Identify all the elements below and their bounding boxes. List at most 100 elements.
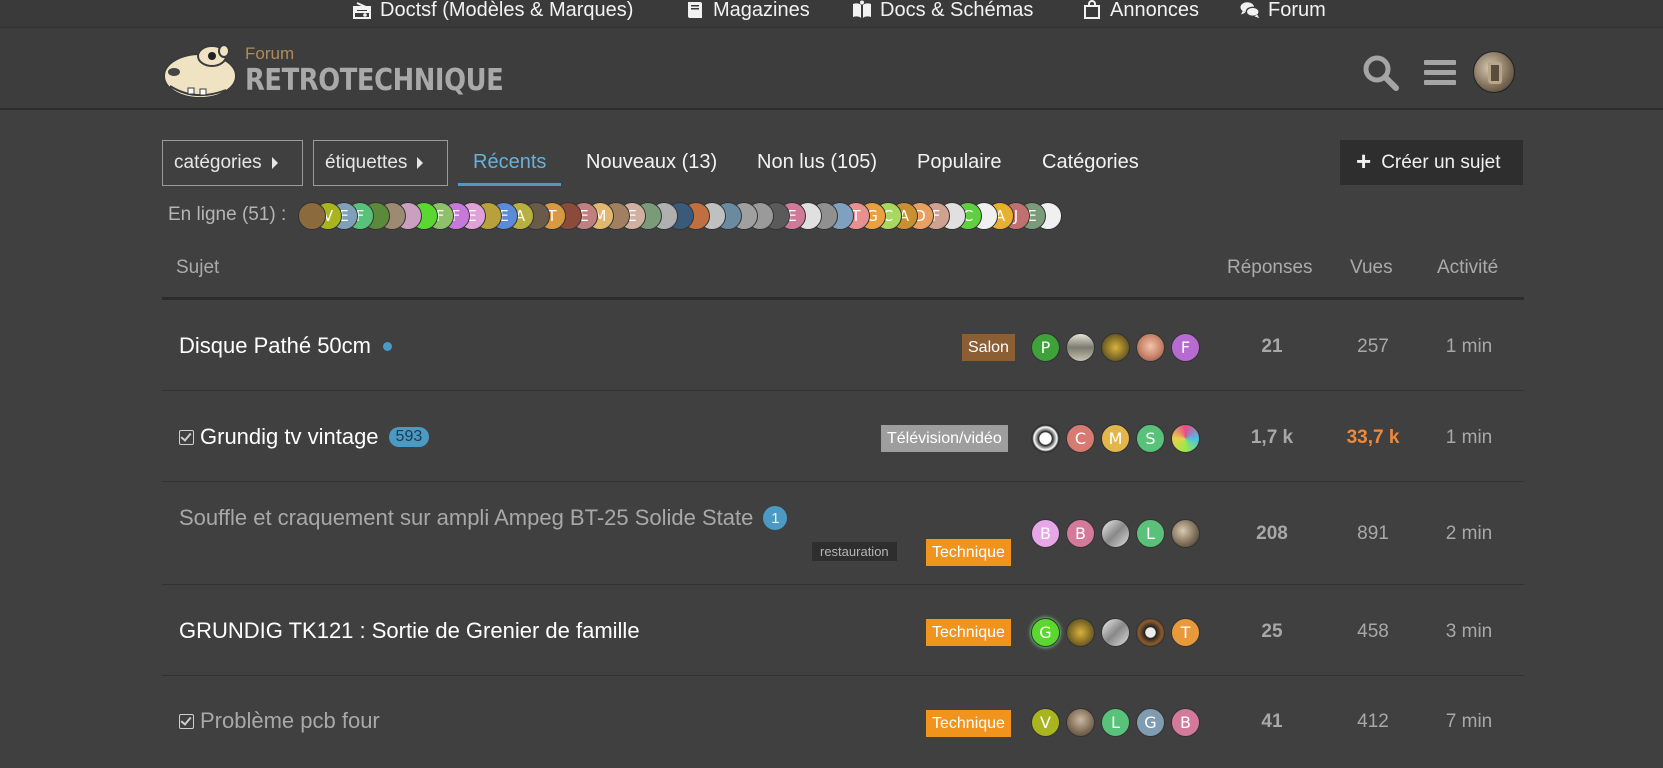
activity-time[interactable]: 1 min [1424,427,1514,449]
topic-title[interactable]: Disque Pathé 50cm [179,333,392,359]
search-icon[interactable] [1362,54,1400,92]
avatar[interactable]: F [1171,333,1200,362]
avatar[interactable] [1101,618,1130,647]
avatar[interactable] [1136,618,1165,647]
category-badge[interactable]: Technique [926,710,1011,737]
topic-title-text: Problème pcb four [200,708,380,733]
avatar[interactable]: G [1136,708,1165,737]
avatar[interactable]: S [1136,424,1165,453]
topnav-magazines[interactable]: Magazines [685,0,810,23]
avatar[interactable]: L [1101,708,1130,737]
views-count: 33,7 k [1346,427,1400,448]
hippo-logo-icon[interactable] [160,42,240,102]
topic-title[interactable]: Grundig tv vintage 593 [179,424,430,450]
avatar[interactable] [1066,618,1095,647]
column-views[interactable]: Vues [1350,257,1393,279]
tab-populaire[interactable]: Populaire [917,151,1002,174]
posters-list: G T [1031,618,1200,647]
topic-title[interactable]: Souffle et craquement sur ampli Ampeg BT… [179,505,788,531]
column-replies[interactable]: Réponses [1227,257,1313,279]
hamburger-menu-icon[interactable] [1421,54,1459,92]
tag-badge[interactable]: restauration [812,542,897,561]
posters-list: P F [1031,333,1200,362]
top-navigation: Doctsf (Modèles & Marques) Magazines Doc… [0,0,1663,28]
column-topic[interactable]: Sujet [176,257,219,279]
activity-time[interactable]: 3 min [1424,621,1514,643]
user-avatar[interactable] [1473,51,1515,93]
new-topic-dot [383,341,392,351]
avatar[interactable]: B [1171,708,1200,737]
online-user-avatar[interactable] [298,202,326,230]
topnav-docs[interactable]: Docs & Schémas [852,0,1033,23]
tags-dropdown[interactable]: étiquettes [313,140,448,186]
column-activity[interactable]: Activité [1437,257,1498,279]
avatar[interactable] [1101,519,1130,548]
category-badge[interactable]: Technique [926,619,1011,646]
avatar[interactable]: B [1066,519,1095,548]
category-badge[interactable]: Télévision/vidéo [881,425,1008,452]
topnav-annonces[interactable]: Annonces [1082,0,1199,23]
posters-list: B B L [1031,519,1200,548]
solved-checkbox-icon [179,713,194,729]
table-row: Souffle et craquement sur ampli Ampeg BT… [162,482,1524,585]
replies-count[interactable]: 21 [1227,336,1317,358]
posters-list: C M S [1031,424,1200,453]
avatar[interactable] [1101,333,1130,362]
table-row: Problème pcb four Technique V L G B 41 4… [162,676,1524,768]
avatar[interactable] [1171,519,1200,548]
views-count: 458 [1357,621,1389,642]
topnav-forum[interactable]: Forum [1240,0,1326,23]
topnav-forum-label: Forum [1268,0,1326,21]
avatar[interactable]: T [1171,618,1200,647]
avatar[interactable]: B [1031,519,1060,548]
activity-time[interactable]: 7 min [1424,711,1514,733]
solved-checkbox-icon [179,429,194,445]
replies-count[interactable]: 208 [1227,523,1317,545]
avatar[interactable] [1136,333,1165,362]
unread-count-badge[interactable]: 593 [388,427,430,447]
book-icon [688,2,702,18]
replies-count[interactable]: 1,7 k [1227,427,1317,449]
avatar[interactable]: G [1031,618,1060,647]
tab-recents[interactable]: Récents [473,151,546,174]
topic-title[interactable]: GRUNDIG TK121 : Sortie de Grenier de fam… [179,618,640,644]
avatar[interactable] [1066,333,1095,362]
topic-title[interactable]: Problème pcb four [179,708,380,734]
logo-retrotechnique-text[interactable]: RETROTECHNIQUE [245,63,504,98]
online-users-label: En ligne (51) : [168,204,287,225]
online-users-list: VEFFFEEATEMEETGCADFCAJE [298,202,1062,232]
topic-title-text: Disque Pathé 50cm [179,333,371,358]
create-topic-button[interactable]: + Créer un sujet [1340,140,1523,185]
activity-time[interactable]: 2 min [1424,523,1514,545]
avatar[interactable]: V [1031,708,1060,737]
tab-categories[interactable]: Catégories [1042,151,1139,174]
avatar[interactable]: C [1066,424,1095,453]
topnav-doctsf[interactable]: Doctsf (Modèles & Marques) [352,0,633,23]
topic-title-text: Souffle et craquement sur ampli Ampeg BT… [179,505,754,530]
caret-right-icon [417,157,424,169]
views-count: 412 [1357,711,1389,732]
posters-list: V L G B [1031,708,1200,737]
tab-nouveaux[interactable]: Nouveaux (13) [586,151,717,174]
categories-dropdown[interactable]: catégories [162,140,303,186]
avatar[interactable] [1066,708,1095,737]
open-book-icon [853,0,871,19]
views-count: 891 [1357,523,1389,544]
replies-count[interactable]: 25 [1227,621,1317,643]
shopping-bag-icon [1084,0,1100,19]
table-row: Grundig tv vintage 593 Télévision/vidéo … [162,391,1524,482]
avatar[interactable] [1171,424,1200,453]
activity-time[interactable]: 1 min [1424,336,1514,358]
avatar[interactable]: L [1136,519,1165,548]
replies-count[interactable]: 41 [1227,711,1317,733]
unread-count-badge[interactable]: 1 [763,506,788,530]
avatar[interactable]: M [1101,424,1130,453]
avatar[interactable] [1031,424,1060,453]
topic-title-text: Grundig tv vintage [200,424,379,449]
avatar[interactable]: P [1031,333,1060,362]
category-badge[interactable]: Technique [926,539,1011,566]
category-badge[interactable]: Salon [962,334,1015,361]
site-header: Forum RETROTECHNIQUE [0,28,1663,110]
tab-non-lus[interactable]: Non lus (105) [757,151,877,174]
logo-forum-text: Forum [245,44,295,63]
